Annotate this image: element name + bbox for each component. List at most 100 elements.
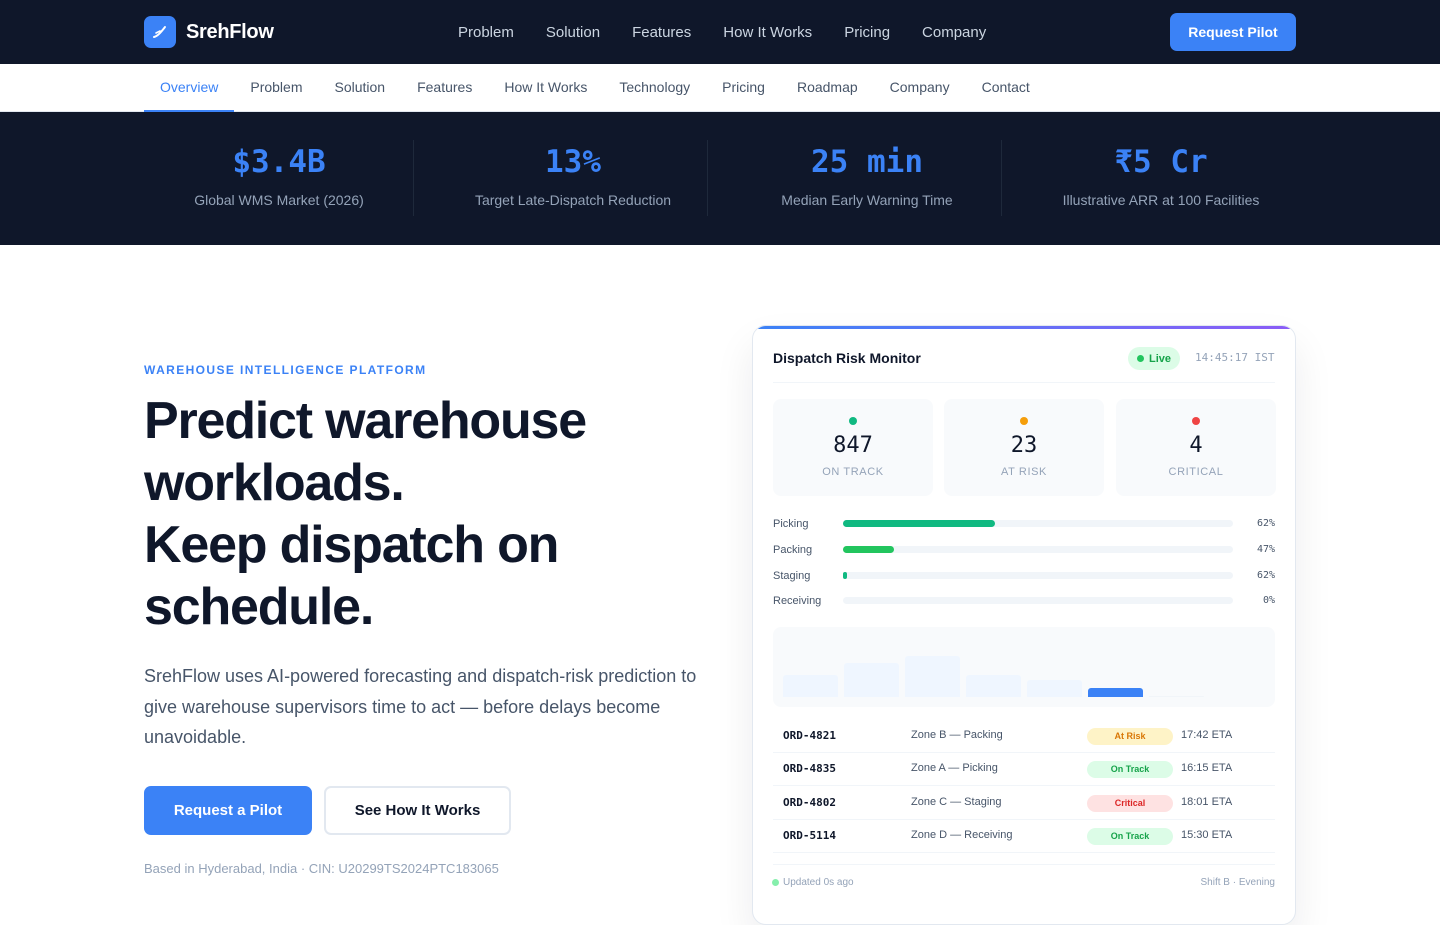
stat-label: Median Early Warning Time <box>781 192 953 208</box>
tab-roadmap[interactable]: Roadmap <box>781 64 874 112</box>
live-dot-icon <box>1137 355 1144 362</box>
primary-nav: Problem Solution Features How It Works P… <box>458 0 986 64</box>
order-eta: 16:15 ETA <box>1181 762 1233 774</box>
nav-link-solution[interactable]: Solution <box>546 24 600 41</box>
tab-solution[interactable]: Solution <box>319 64 402 112</box>
zone-percent: 62% <box>1256 518 1275 529</box>
zone-row-staging: Staging 62% <box>773 568 1275 584</box>
stats-band: $3.4B Global WMS Market (2026) 13% Targe… <box>0 112 1440 245</box>
stat-value: 25 min <box>811 144 923 180</box>
kpi-value: 4 <box>1189 433 1203 458</box>
request-a-pilot-button[interactable]: Request a Pilot <box>144 786 312 835</box>
order-eta: 15:30 ETA <box>1181 829 1233 841</box>
status-dot-icon <box>1020 417 1028 425</box>
live-badge: Live <box>1128 347 1181 370</box>
stat-divider <box>413 140 414 216</box>
headline-line: Keep dispatch on <box>144 516 559 574</box>
nav-link-problem[interactable]: Problem <box>458 24 514 41</box>
order-status-badge: On Track <box>1087 761 1173 778</box>
nav-link-how-it-works[interactable]: How It Works <box>723 24 812 41</box>
kpi-value: 23 <box>1010 433 1038 458</box>
order-row[interactable]: ORD-4821 Zone B — Packing At Risk 17:42 … <box>773 720 1275 753</box>
hero-description: SrehFlow uses AI-powered forecasting and… <box>144 666 697 747</box>
stat-label: Illustrative ARR at 100 Facilities <box>1062 192 1260 208</box>
status-dot-icon <box>772 879 779 886</box>
order-id: ORD-5114 <box>783 829 836 842</box>
headline-line: workloads. <box>144 454 405 512</box>
stat-divider <box>1001 140 1002 216</box>
tab-features[interactable]: Features <box>401 64 488 112</box>
tab-overview[interactable]: Overview <box>144 64 235 112</box>
order-status-badge: On Track <box>1087 828 1173 845</box>
mini-chart-bar <box>966 675 1021 697</box>
kpi-at-risk: 23 AT RISK <box>944 399 1104 496</box>
zone-name: Staging <box>773 570 811 582</box>
brand[interactable]: SrehFlow <box>144 16 274 48</box>
top-navbar: SrehFlow Problem Solution Features How I… <box>0 0 1440 64</box>
brand-name: SrehFlow <box>186 20 274 43</box>
tab-how-it-works[interactable]: How It Works <box>488 64 603 112</box>
mini-chart-bar <box>905 656 960 697</box>
stat-warning-time: 25 min Median Early Warning Time <box>720 140 1014 216</box>
order-row[interactable]: ORD-4835 Zone A — Picking On Track 16:15… <box>773 753 1275 786</box>
tab-problem[interactable]: Problem <box>234 64 318 112</box>
zone-name: Packing <box>773 544 813 556</box>
zone-percent: 0% <box>1262 595 1275 606</box>
logo-icon <box>144 16 176 48</box>
hero-headline: Predict warehouse workloads. Keep dispat… <box>144 390 704 638</box>
mini-chart-bar <box>844 663 899 697</box>
kpi-on-track: 847 ON TRACK <box>773 399 933 496</box>
zone-name: Picking <box>773 518 809 530</box>
stat-reduction: 13% Target Late-Dispatch Reduction <box>426 140 720 216</box>
stat-value: ₹5 Cr <box>1114 144 1208 180</box>
kpi-value: 847 <box>833 433 873 458</box>
headline-line: schedule. <box>144 578 374 636</box>
stat-arr: ₹5 Cr Illustrative ARR at 100 Facilities <box>1014 140 1308 216</box>
nav-link-features[interactable]: Features <box>632 24 691 41</box>
divider <box>773 864 1275 865</box>
nav-link-company[interactable]: Company <box>922 24 986 41</box>
tab-pricing[interactable]: Pricing <box>706 64 781 112</box>
zone-row-packing: Packing 47% <box>773 542 1275 558</box>
kpi-label: AT RISK <box>1001 466 1047 478</box>
mini-chart-bar <box>1149 696 1204 697</box>
stat-divider <box>707 140 708 216</box>
order-zone: Zone A — Picking <box>911 762 998 774</box>
stat-value: 13% <box>545 144 601 180</box>
status-dot-icon <box>849 417 857 425</box>
section-tabs: Overview Problem Solution Features How I… <box>0 64 1440 112</box>
tab-contact[interactable]: Contact <box>966 64 1046 112</box>
kpi-critical: 4 CRITICAL <box>1116 399 1276 496</box>
mini-chart-bar <box>1088 688 1143 697</box>
order-row[interactable]: ORD-5114 Zone D — Receiving On Track 15:… <box>773 820 1275 853</box>
nav-link-pricing[interactable]: Pricing <box>844 24 890 41</box>
zone-progress-fill <box>843 546 894 553</box>
zone-row-picking: Picking 62% <box>773 516 1275 532</box>
workload-mini-chart <box>773 627 1275 707</box>
zone-percent: 47% <box>1256 544 1275 555</box>
zone-name: Receiving <box>773 595 822 607</box>
stat-label: Target Late-Dispatch Reduction <box>474 192 672 208</box>
order-id: ORD-4835 <box>783 762 836 775</box>
request-pilot-button[interactable]: Request Pilot <box>1170 13 1296 51</box>
tab-technology[interactable]: Technology <box>603 64 706 112</box>
kpi-label: CRITICAL <box>1168 466 1224 478</box>
zone-row-receiving: Receiving 0% <box>773 593 1275 609</box>
mini-chart-bar <box>1027 680 1082 697</box>
status-dot-icon <box>1192 417 1200 425</box>
order-eta: 17:42 ETA <box>1181 729 1233 741</box>
order-zone: Zone D — Receiving <box>911 829 1013 841</box>
order-status-badge: At Risk <box>1087 728 1173 745</box>
tab-company[interactable]: Company <box>874 64 966 112</box>
shift-label: Shift B · Evening <box>1200 877 1275 888</box>
updated-label: Updated 0s ago <box>783 877 854 888</box>
company-note: Based in Hyderabad, India · CIN: U20299T… <box>144 861 499 876</box>
card-title: Dispatch Risk Monitor <box>773 350 921 366</box>
order-eta: 18:01 ETA <box>1181 796 1233 808</box>
order-id: ORD-4802 <box>783 796 836 809</box>
headline-line: Predict warehouse <box>144 392 587 450</box>
see-how-it-works-button[interactable]: See How It Works <box>324 786 511 835</box>
update-status: Updated 0s ago <box>772 877 854 888</box>
zone-progress-track <box>843 572 1233 579</box>
order-row[interactable]: ORD-4802 Zone C — Staging Critical 18:01… <box>773 787 1275 820</box>
